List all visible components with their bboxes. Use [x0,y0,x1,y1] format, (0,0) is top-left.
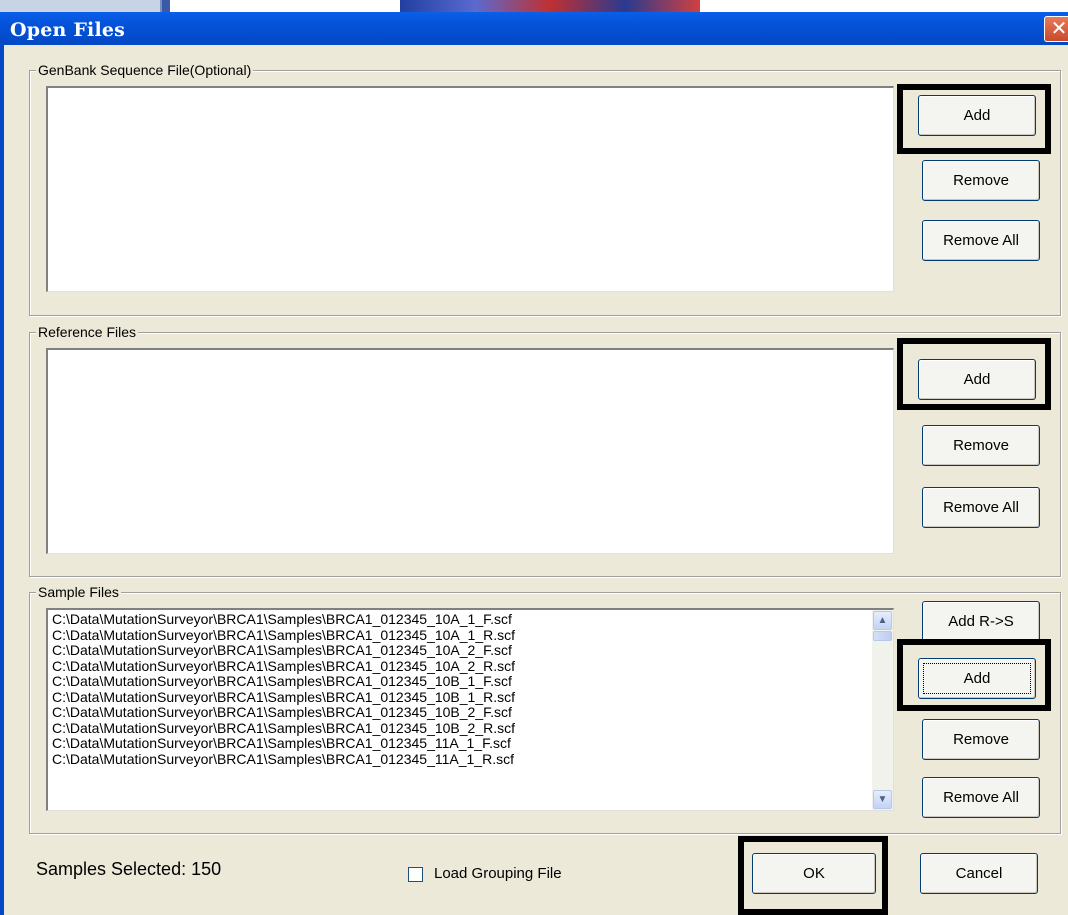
ok-button[interactable]: OK [752,853,876,894]
genbank-add-button[interactable]: Add [918,95,1036,136]
sample-file-rows: C:\Data\MutationSurveyor\BRCA1\Samples\B… [52,611,867,768]
window-left-border [0,45,4,915]
reference-add-button[interactable]: Add [918,359,1036,400]
reference-remove-button[interactable]: Remove [922,425,1040,466]
list-item[interactable]: C:\Data\MutationSurveyor\BRCA1\Samples\B… [52,673,867,690]
load-grouping-checkbox[interactable] [408,867,423,882]
list-item[interactable]: C:\Data\MutationSurveyor\BRCA1\Samples\B… [52,627,867,644]
genbank-group-label: GenBank Sequence File(Optional) [36,62,254,78]
list-item[interactable]: C:\Data\MutationSurveyor\BRCA1\Samples\B… [52,658,867,675]
sample-remove-all-button[interactable]: Remove All [922,777,1040,818]
dialog-title: Open Files [10,19,126,41]
genbank-file-list[interactable] [46,86,894,292]
list-item[interactable]: C:\Data\MutationSurveyor\BRCA1\Samples\B… [52,751,867,768]
reference-file-list[interactable] [46,348,894,554]
load-grouping-label[interactable]: Load Grouping File [434,865,562,882]
genbank-remove-button[interactable]: Remove [922,160,1040,201]
scroll-up-icon: ▲ [877,615,888,626]
list-item[interactable]: C:\Data\MutationSurveyor\BRCA1\Samples\B… [52,611,867,628]
list-item[interactable]: C:\Data\MutationSurveyor\BRCA1\Samples\B… [52,735,867,752]
genbank-remove-all-button[interactable]: Remove All [922,220,1040,261]
reference-group-label: Reference Files [36,324,139,340]
scroll-thumb[interactable] [873,631,892,641]
list-item[interactable]: C:\Data\MutationSurveyor\BRCA1\Samples\B… [52,704,867,721]
samples-selected-count: Samples Selected: 150 [36,859,222,879]
sample-add-button[interactable]: Add [918,658,1036,699]
reference-remove-all-button[interactable]: Remove All [922,487,1040,528]
sample-file-list[interactable]: C:\Data\MutationSurveyor\BRCA1\Samples\B… [46,608,894,811]
scroll-down-icon: ▼ [877,794,888,805]
sample-remove-button[interactable]: Remove [922,719,1040,760]
sample-group-label: Sample Files [36,584,121,600]
list-item[interactable]: C:\Data\MutationSurveyor\BRCA1\Samples\B… [52,720,867,737]
scroll-down-button[interactable]: ▼ [873,790,892,809]
cancel-button[interactable]: Cancel [920,853,1038,894]
sample-list-scrollbar[interactable]: ▲ ▼ [872,610,893,810]
scroll-up-button[interactable]: ▲ [873,611,892,630]
add-reference-to-sample-button[interactable]: Add R->S [922,601,1040,642]
open-files-dialog: Open Files ✕ GenBank Sequence File(Optio… [0,0,1068,915]
close-button[interactable]: ✕ [1044,16,1068,42]
title-bar[interactable]: Open Files ✕ [0,12,1068,45]
list-item[interactable]: C:\Data\MutationSurveyor\BRCA1\Samples\B… [52,689,867,706]
close-icon: ✕ [1050,18,1068,40]
list-item[interactable]: C:\Data\MutationSurveyor\BRCA1\Samples\B… [52,642,867,659]
